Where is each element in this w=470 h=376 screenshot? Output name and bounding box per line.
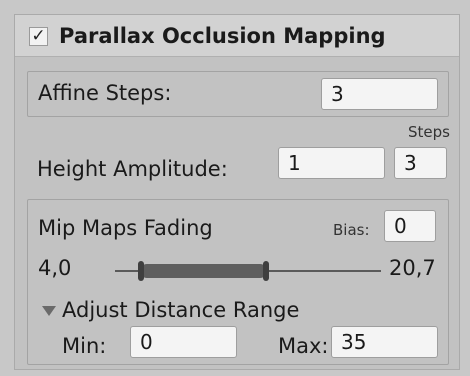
min-label: Min: xyxy=(62,334,107,358)
section-header: ✓ Parallax Occlusion Mapping xyxy=(15,15,459,57)
affine-steps-field[interactable]: 3 xyxy=(321,78,438,110)
steps-header-label: Steps xyxy=(408,123,450,141)
range-min-value: 4,0 xyxy=(38,256,72,280)
height-amplitude-label: Height Amplitude: xyxy=(37,157,228,181)
mip-maps-box: Mip Maps Fading Bias: 0 4,0 20,7 Adjust … xyxy=(27,199,449,365)
foldout-label: Adjust Distance Range xyxy=(62,298,300,322)
bias-label: Bias: xyxy=(333,221,370,239)
min-field[interactable]: 0 xyxy=(130,326,237,358)
mip-maps-title: Mip Maps Fading xyxy=(38,216,213,240)
bias-field[interactable]: 0 xyxy=(384,210,436,242)
slider-min-handle[interactable] xyxy=(138,261,144,281)
affine-steps-row: Affine Steps: 3 xyxy=(27,71,449,117)
checkbox-check-icon: ✓ xyxy=(31,26,46,46)
range-max-value: 20,7 xyxy=(389,256,436,280)
max-label: Max: xyxy=(278,334,329,358)
height-steps-field[interactable]: 3 xyxy=(394,147,447,179)
parallax-occlusion-panel: ✓ Parallax Occlusion Mapping Affine Step… xyxy=(14,14,460,370)
foldout-triangle-icon[interactable] xyxy=(42,306,56,316)
height-amplitude-field[interactable]: 1 xyxy=(278,147,385,179)
affine-steps-label: Affine Steps: xyxy=(38,81,172,105)
slider-max-handle[interactable] xyxy=(263,261,269,281)
section-title: Parallax Occlusion Mapping xyxy=(59,24,386,48)
enable-checkbox[interactable]: ✓ xyxy=(29,27,48,46)
slider-range-bar[interactable] xyxy=(140,264,267,278)
max-field[interactable]: 35 xyxy=(331,326,438,358)
